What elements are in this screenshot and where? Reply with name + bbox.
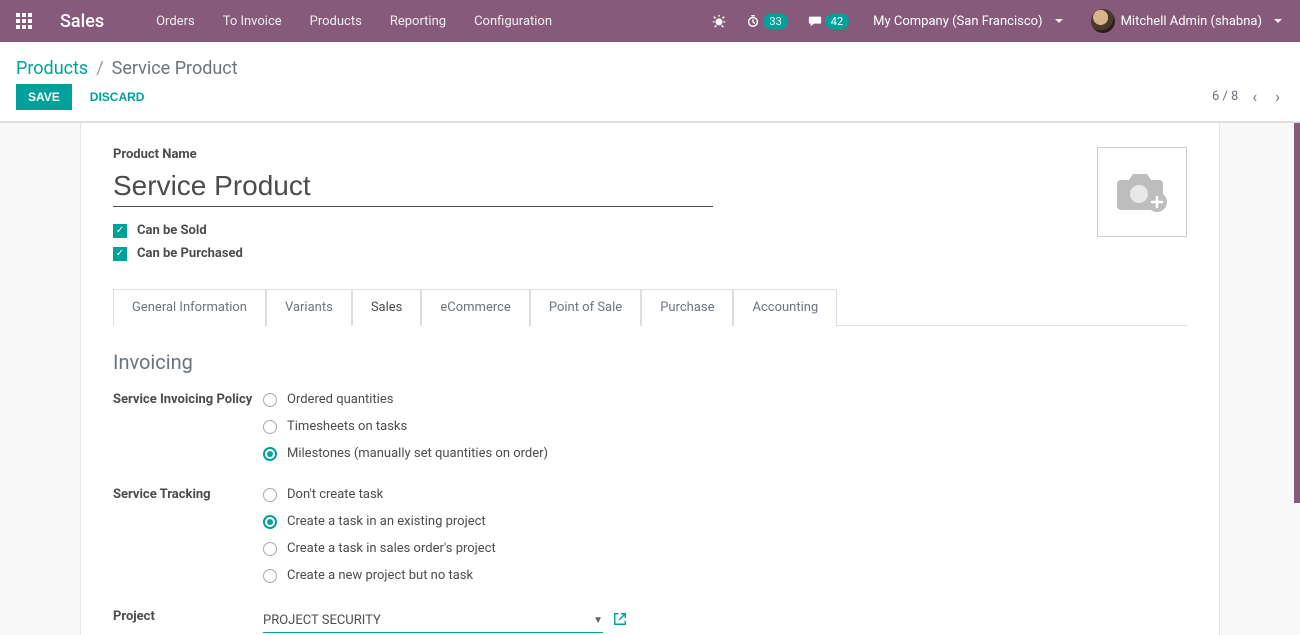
project-select[interactable]: PROJECT SECURITY ▼ [263,609,603,633]
radio-label: Milestones (manually set quantities on o… [287,446,548,461]
radio-icon [263,393,277,407]
radio-icon [263,542,277,556]
external-link-icon[interactable] [613,612,627,630]
form-sheet: Product Name ✓ Can be Sold ✓ Can be Purc… [80,123,1220,635]
radio-milestones[interactable]: Milestones (manually set quantities on o… [263,446,1187,461]
tab-content-sales: Invoicing Service Invoicing Policy Order… [113,326,1187,635]
product-image-upload[interactable] [1097,147,1187,237]
field-label-service-tracking: Service Tracking [113,487,263,595]
save-button[interactable]: SAVE [16,84,72,110]
field-label-invoicing-policy: Service Invoicing Policy [113,392,263,473]
tab-variants[interactable]: Variants [266,289,352,326]
radio-icon [263,488,277,502]
tab-purchase[interactable]: Purchase [641,289,733,326]
tab-sales[interactable]: Sales [352,289,422,326]
checkbox-label: Can be Purchased [137,246,243,261]
pager-text: 6 / 8 [1212,89,1238,104]
tab-general-information[interactable]: General Information [113,289,266,326]
radio-group-invoicing-policy: Ordered quantities Timesheets on tasks M… [263,392,1187,473]
chevron-down-icon: ▼ [593,615,603,626]
breadcrumb-parent[interactable]: Products [16,58,88,79]
tab-accounting[interactable]: Accounting [733,289,837,326]
checkbox-can-be-sold[interactable]: ✓ Can be Sold [113,223,713,238]
project-value: PROJECT SECURITY [263,613,381,628]
radio-create-task-existing[interactable]: Create a task in an existing project [263,514,1187,529]
breadcrumb-current: Service Product [112,58,238,79]
scrollbar-indicator[interactable] [1294,123,1300,503]
checkbox-label: Can be Sold [137,223,207,238]
nav-item-configuration[interactable]: Configuration [462,4,564,39]
discard-button[interactable]: DISCARD [78,84,157,110]
chat-badge: 42 [825,14,849,29]
radio-label: Don't create task [287,487,383,502]
checkbox-can-be-purchased[interactable]: ✓ Can be Purchased [113,246,713,261]
radio-icon [263,447,277,461]
check-icon: ✓ [113,247,127,261]
avatar [1091,9,1115,33]
radio-icon [263,569,277,583]
radio-group-service-tracking: Don't create task Create a task in an ex… [263,487,1187,595]
radio-create-new-project[interactable]: Create a new project but no task [263,568,1187,583]
apps-launcher-icon[interactable] [8,5,40,37]
radio-create-task-so-project[interactable]: Create a task in sales order's project [263,541,1187,556]
radio-label: Create a task in sales order's project [287,541,496,556]
radio-dont-create-task[interactable]: Don't create task [263,487,1187,502]
tab-point-of-sale[interactable]: Point of Sale [530,289,641,326]
top-navbar: Sales Orders To Invoice Products Reporti… [0,0,1300,42]
radio-icon [263,420,277,434]
radio-label: Create a task in an existing project [287,514,486,529]
control-panel: Products / Service Product SAVE DISCARD … [0,42,1300,122]
nav-right: 33 42 My Company (San Francisco) Mitchel… [706,3,1292,39]
chat-icon[interactable]: 42 [802,10,855,33]
tab-bar: General Information Variants Sales eComm… [113,289,1187,326]
pager-prev-icon[interactable]: ‹ [1248,83,1261,110]
pager: 6 / 8 ‹ › [1212,83,1284,110]
radio-label: Create a new project but no task [287,568,473,583]
company-selector[interactable]: My Company (San Francisco) [863,8,1072,35]
radio-timesheets-on-tasks[interactable]: Timesheets on tasks [263,419,1187,434]
form-sheet-wrap: Product Name ✓ Can be Sold ✓ Can be Purc… [0,122,1300,635]
nav-item-orders[interactable]: Orders [144,4,207,39]
nav-item-reporting[interactable]: Reporting [378,4,458,39]
radio-label: Timesheets on tasks [287,419,407,434]
radio-icon [263,515,277,529]
breadcrumb: Products / Service Product [16,48,1284,87]
bug-icon[interactable] [706,10,732,32]
user-name: Mitchell Admin (shabna) [1121,14,1262,29]
pager-next-icon[interactable]: › [1271,83,1284,110]
company-name: My Company (San Francisco) [873,14,1042,29]
nav-item-products[interactable]: Products [298,4,374,39]
user-menu[interactable]: Mitchell Admin (shabna) [1081,3,1292,39]
tab-ecommerce[interactable]: eCommerce [421,289,529,326]
product-name-label: Product Name [113,147,713,162]
radio-label: Ordered quantities [287,392,393,407]
timer-icon[interactable]: 33 [740,10,793,33]
app-brand[interactable]: Sales [60,11,104,32]
radio-ordered-quantities[interactable]: Ordered quantities [263,392,1187,407]
camera-plus-icon [1113,168,1171,216]
field-label-project: Project [113,609,263,633]
breadcrumb-separator: / [96,58,103,79]
nav-menu: Orders To Invoice Products Reporting Con… [144,4,564,39]
product-name-input[interactable] [113,166,713,207]
timer-badge: 33 [763,14,787,29]
check-icon: ✓ [113,224,127,238]
nav-item-to-invoice[interactable]: To Invoice [211,4,294,39]
section-title-invoicing: Invoicing [113,350,1187,374]
